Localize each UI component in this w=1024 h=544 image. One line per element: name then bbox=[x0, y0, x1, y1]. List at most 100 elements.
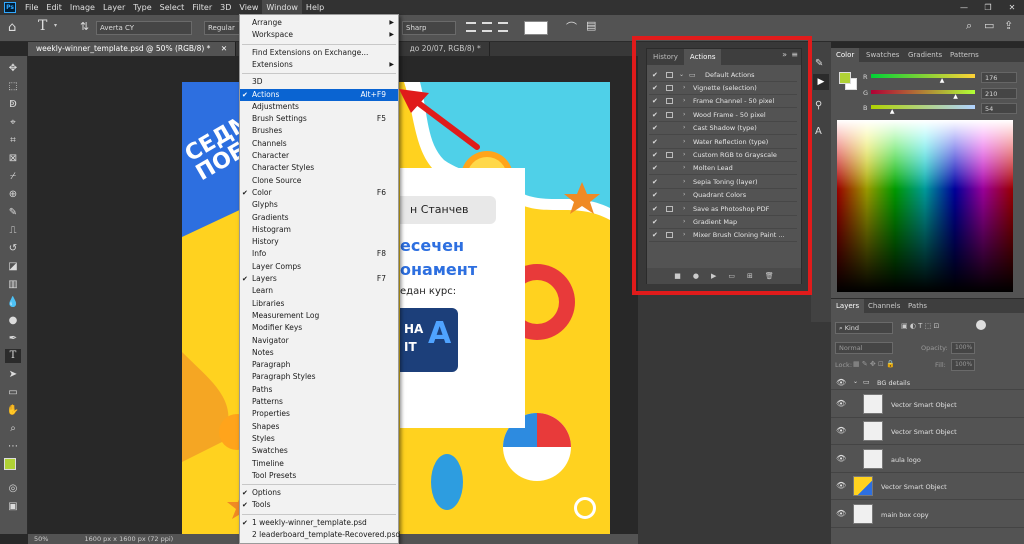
filter-toggle-icon[interactable] bbox=[976, 320, 986, 330]
menu-3d[interactable]: 3D bbox=[216, 0, 235, 15]
foreground-color-swatch[interactable] bbox=[4, 458, 16, 470]
window-menu-item-layer-comps[interactable]: Layer Comps bbox=[240, 261, 398, 273]
b-value-input[interactable]: 54 bbox=[981, 103, 1017, 114]
restore-icon[interactable]: ❐ bbox=[976, 0, 1000, 15]
share-icon[interactable]: ⇪ bbox=[1004, 19, 1013, 32]
history-brush-tool-icon[interactable]: ↺ bbox=[5, 242, 21, 256]
menu-view[interactable]: View bbox=[235, 0, 262, 15]
r-value-input[interactable]: 176 bbox=[981, 72, 1017, 83]
menu-filter[interactable]: Filter bbox=[188, 0, 216, 15]
menu-type[interactable]: Type bbox=[129, 0, 155, 15]
window-menu-item-character-styles[interactable]: Character Styles bbox=[240, 162, 398, 174]
tab-weekly-winner[interactable]: weekly-winner_template.psd @ 50% (RGB/8)… bbox=[28, 42, 237, 56]
search-icon[interactable]: ⌕ bbox=[966, 19, 972, 33]
b-slider-knob[interactable]: ▲ bbox=[890, 108, 895, 115]
opacity-input[interactable]: 100% bbox=[951, 342, 975, 354]
screen-mode-icon[interactable]: ▣ bbox=[5, 500, 21, 514]
color-spectrum[interactable] bbox=[837, 120, 1013, 292]
tab-third-document[interactable]: до 20/07, RGB/8) * bbox=[402, 42, 490, 56]
window-menu-item-arrange[interactable]: Arrange ▶ bbox=[240, 17, 398, 29]
window-menu-item-properties[interactable]: Properties bbox=[240, 408, 398, 420]
r-slider-knob[interactable]: ▲ bbox=[940, 77, 945, 84]
layer-row[interactable]: 👁 Vector Smart Object bbox=[831, 473, 1024, 501]
toggle-orientation-icon[interactable]: ⇅ bbox=[80, 20, 89, 33]
window-menu-item-styles[interactable]: Styles bbox=[240, 433, 398, 445]
align-left-icon[interactable] bbox=[466, 22, 476, 32]
blur-tool-icon[interactable]: 💧 bbox=[5, 296, 21, 310]
b-slider[interactable] bbox=[871, 105, 975, 109]
pen-tool-icon[interactable]: ✒ bbox=[5, 332, 21, 346]
eye-icon[interactable]: 👁 bbox=[836, 509, 846, 518]
eye-icon[interactable]: 👁 bbox=[836, 399, 846, 408]
character-panel-icon[interactable]: ▤ bbox=[586, 19, 596, 32]
window-menu-item-patterns[interactable]: Patterns bbox=[240, 396, 398, 408]
window-menu-item-layers[interactable]: ✔ Layers F7 bbox=[240, 273, 398, 285]
window-menu-item-adjustments[interactable]: Adjustments bbox=[240, 101, 398, 113]
eye-icon[interactable]: 👁 bbox=[836, 481, 846, 490]
tab-paths[interactable]: Paths bbox=[903, 299, 932, 313]
window-menu-item-color[interactable]: ✔ Color F6 bbox=[240, 187, 398, 199]
window-menu-item-libraries[interactable]: Libraries bbox=[240, 298, 398, 310]
window-menu-item-notes[interactable]: Notes bbox=[240, 347, 398, 359]
tab-swatches[interactable]: Swatches bbox=[861, 48, 904, 62]
properties-icon[interactable]: ⚲ bbox=[815, 100, 822, 111]
rectangle-tool-icon[interactable]: ▭ bbox=[5, 386, 21, 400]
window-menu-item-learn[interactable]: Learn bbox=[240, 285, 398, 297]
layer-row[interactable]: 👁 Vector Smart Object bbox=[831, 391, 1024, 418]
window-menu-item-paths[interactable]: Paths bbox=[240, 384, 398, 396]
learn-icon[interactable]: ✎ bbox=[815, 58, 823, 69]
window-menu-item-channels[interactable]: Channels bbox=[240, 138, 398, 150]
gradient-tool-icon[interactable]: ▥ bbox=[5, 278, 21, 292]
fill-input[interactable]: 100% bbox=[951, 359, 975, 371]
window-menu-item-extensions[interactable]: Extensions ▶ bbox=[240, 59, 398, 71]
window-menu-item-glyphs[interactable]: Glyphs bbox=[240, 199, 398, 211]
window-menu-item-tools[interactable]: ✔ Tools bbox=[240, 499, 398, 511]
window-menu-item-options[interactable]: ✔ Options bbox=[240, 487, 398, 499]
menu-layer[interactable]: Layer bbox=[99, 0, 129, 15]
window-menu-item-brushes[interactable]: Brushes bbox=[240, 125, 398, 137]
menu-select[interactable]: Select bbox=[156, 0, 189, 15]
eyedropper-tool-icon[interactable]: ⌿ bbox=[5, 170, 21, 184]
window-menu-item-paragraph-styles[interactable]: Paragraph Styles bbox=[240, 371, 398, 383]
frame-tool-icon[interactable]: ⊠ bbox=[5, 152, 21, 166]
minimize-icon[interactable]: — bbox=[952, 0, 976, 15]
window-menu-item-clone-source[interactable]: Clone Source bbox=[240, 175, 398, 187]
g-value-input[interactable]: 210 bbox=[981, 88, 1017, 99]
text-color-swatch[interactable] bbox=[524, 21, 548, 35]
align-center-icon[interactable] bbox=[482, 22, 492, 32]
fg-color-swatch[interactable] bbox=[839, 72, 851, 84]
window-menu-item-histogram[interactable]: Histogram bbox=[240, 224, 398, 236]
filter-icons[interactable]: ▣ ◐ T ⬚ ⊡ bbox=[901, 322, 939, 330]
tab-layers[interactable]: Layers bbox=[831, 299, 865, 313]
close-icon[interactable]: ✕ bbox=[221, 44, 227, 53]
window-menu-item-find-extensions-on-exchange[interactable]: Find Extensions on Exchange... bbox=[240, 47, 398, 59]
warp-text-icon[interactable]: ⌒ bbox=[566, 19, 577, 35]
menu-help[interactable]: Help bbox=[302, 0, 328, 15]
window-menu-item-character[interactable]: Character bbox=[240, 150, 398, 162]
tab-channels[interactable]: Channels bbox=[863, 299, 905, 313]
eye-icon[interactable]: 👁 bbox=[836, 378, 846, 387]
type-tool-icon[interactable]: T bbox=[38, 18, 47, 34]
crop-tool-icon[interactable]: ⌗ bbox=[5, 134, 21, 148]
g-slider-knob[interactable]: ▲ bbox=[953, 93, 958, 100]
window-menu-item-paragraph[interactable]: Paragraph bbox=[240, 359, 398, 371]
window-menu-item-tool-presets[interactable]: Tool Presets bbox=[240, 470, 398, 482]
type-tool-icon[interactable]: T bbox=[5, 349, 21, 363]
blend-mode-select[interactable]: Normal bbox=[835, 342, 893, 354]
layer-row[interactable]: 👁 main box copy bbox=[831, 501, 1024, 528]
zoom-tool-icon[interactable]: ⌕ bbox=[5, 422, 21, 436]
window-menu-item-actions[interactable]: ✔ Actions Alt+F9 bbox=[240, 88, 398, 101]
move-tool-icon[interactable]: ✥ bbox=[5, 62, 21, 76]
layer-row[interactable]: 👁 aula logo bbox=[831, 446, 1024, 473]
window-menu-item-workspace[interactable]: Workspace ▶ bbox=[240, 29, 398, 41]
antialias-select[interactable]: Sharp bbox=[402, 21, 456, 35]
character-icon[interactable]: A bbox=[815, 126, 822, 137]
close-icon[interactable]: ✕ bbox=[1000, 0, 1024, 15]
healing-brush-tool-icon[interactable]: ⊕ bbox=[5, 188, 21, 202]
lasso-tool-icon[interactable]: ↁ bbox=[5, 98, 21, 112]
g-slider[interactable] bbox=[871, 90, 975, 94]
brush-tool-icon[interactable]: ✎ bbox=[5, 206, 21, 220]
window-menu-item-timeline[interactable]: Timeline bbox=[240, 458, 398, 470]
menu-file[interactable]: File bbox=[21, 0, 42, 15]
tab-gradients[interactable]: Gradients bbox=[903, 48, 947, 62]
